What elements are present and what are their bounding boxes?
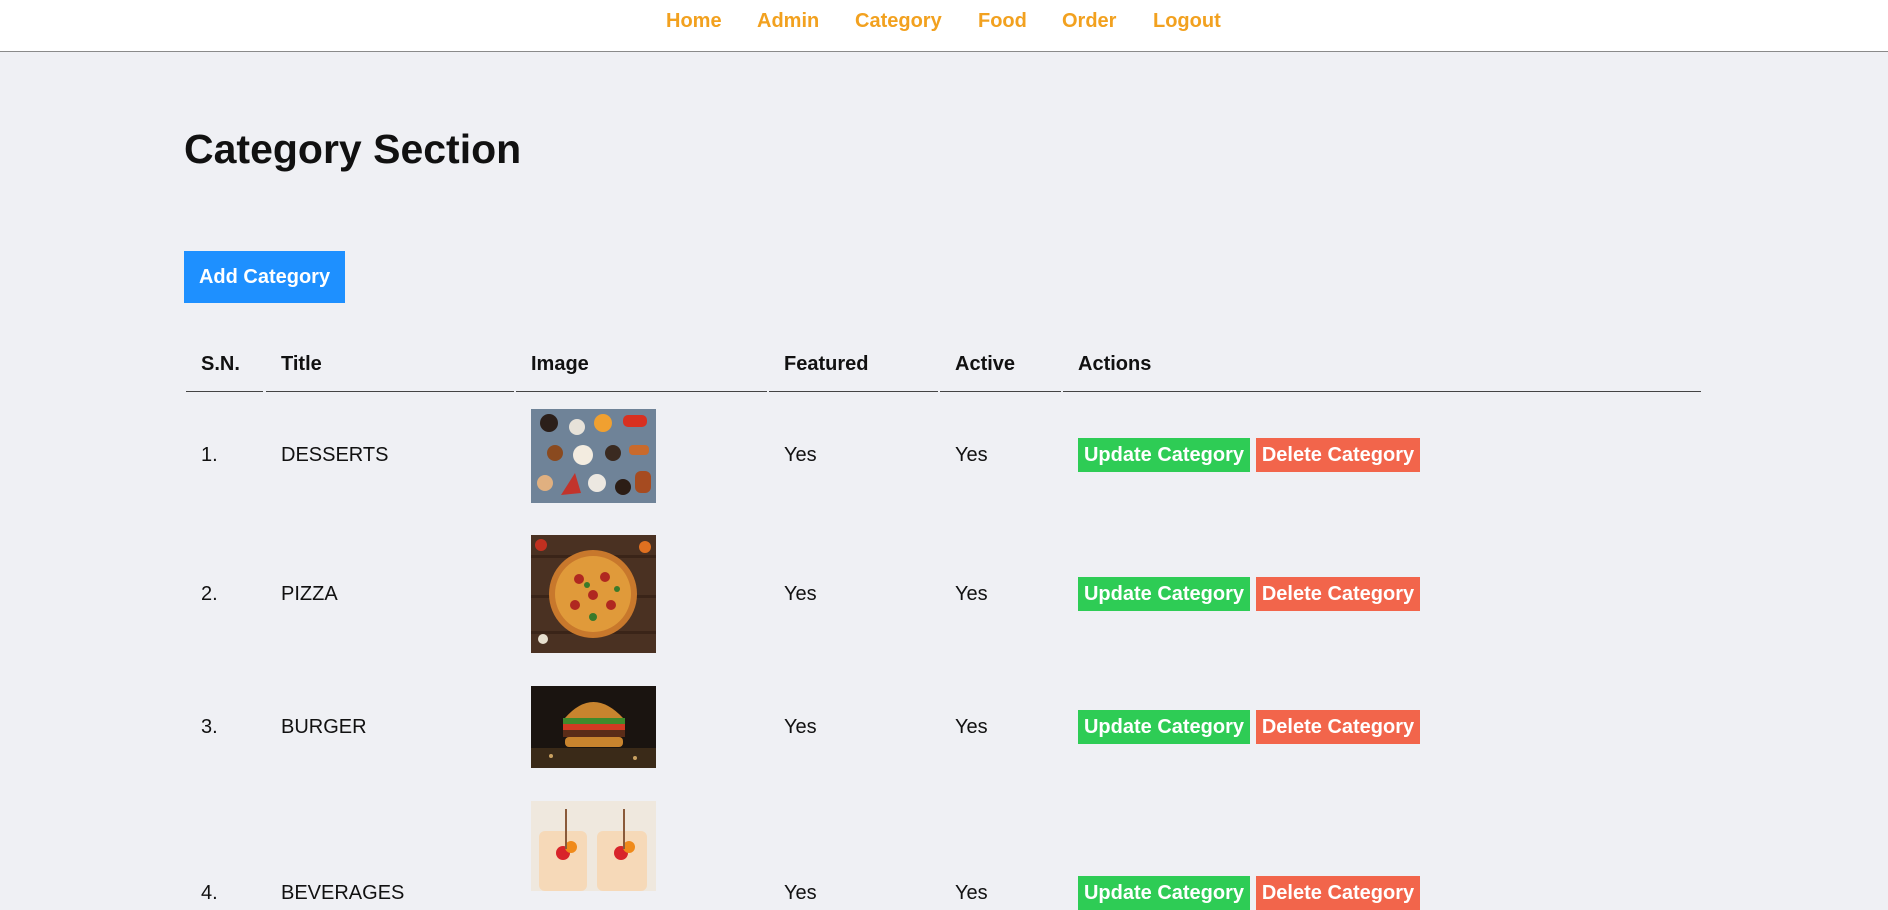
burger-image (531, 686, 656, 768)
row-sn: 2. (201, 583, 218, 605)
page-title: Category Section (184, 126, 522, 172)
nav-order-link[interactable]: Order (1062, 10, 1116, 32)
row-active: Yes (955, 444, 988, 466)
header-featured: Featured (784, 353, 869, 375)
update-category-button[interactable]: Update Category (1078, 438, 1250, 472)
row-sn: 4. (201, 882, 218, 904)
row-featured: Yes (784, 583, 817, 605)
update-category-button[interactable]: Update Category (1078, 577, 1250, 611)
row-featured: Yes (784, 882, 817, 904)
header-divider (940, 391, 1061, 392)
delete-category-button[interactable]: Delete Category (1256, 710, 1420, 744)
row-active: Yes (955, 882, 988, 904)
row-title: BURGER (281, 716, 367, 738)
header-divider (186, 391, 263, 392)
add-category-button[interactable]: Add Category (184, 251, 345, 303)
top-nav: Home Admin Category Food Order Logout (0, 0, 1888, 52)
nav-logout-link[interactable]: Logout (1153, 10, 1221, 32)
row-title: BEVERAGES (281, 882, 405, 904)
header-divider (266, 391, 514, 392)
row-title: PIZZA (281, 583, 338, 605)
nav-home-link[interactable]: Home (666, 10, 722, 32)
header-divider (769, 391, 938, 392)
row-active: Yes (955, 583, 988, 605)
update-category-button[interactable]: Update Category (1078, 710, 1250, 744)
update-category-button[interactable]: Update Category (1078, 876, 1250, 910)
header-divider (1063, 391, 1701, 392)
desserts-image (531, 409, 656, 503)
header-image: Image (531, 353, 589, 375)
header-sn: S.N. (201, 353, 240, 375)
row-sn: 1. (201, 444, 218, 466)
beverages-image (531, 801, 656, 891)
pizza-image (531, 535, 656, 653)
row-featured: Yes (784, 444, 817, 466)
header-title: Title (281, 353, 322, 375)
delete-category-button[interactable]: Delete Category (1256, 577, 1420, 611)
nav-food-link[interactable]: Food (978, 10, 1027, 32)
header-actions: Actions (1078, 353, 1152, 375)
nav-category-link[interactable]: Category (855, 10, 942, 32)
row-active: Yes (955, 716, 988, 738)
row-title: DESSERTS (281, 444, 389, 466)
header-divider (516, 391, 767, 392)
row-featured: Yes (784, 716, 817, 738)
nav-admin-link[interactable]: Admin (757, 10, 819, 32)
delete-category-button[interactable]: Delete Category (1256, 876, 1420, 910)
row-sn: 3. (201, 716, 218, 738)
header-active: Active (955, 353, 1016, 375)
delete-category-button[interactable]: Delete Category (1256, 438, 1420, 472)
